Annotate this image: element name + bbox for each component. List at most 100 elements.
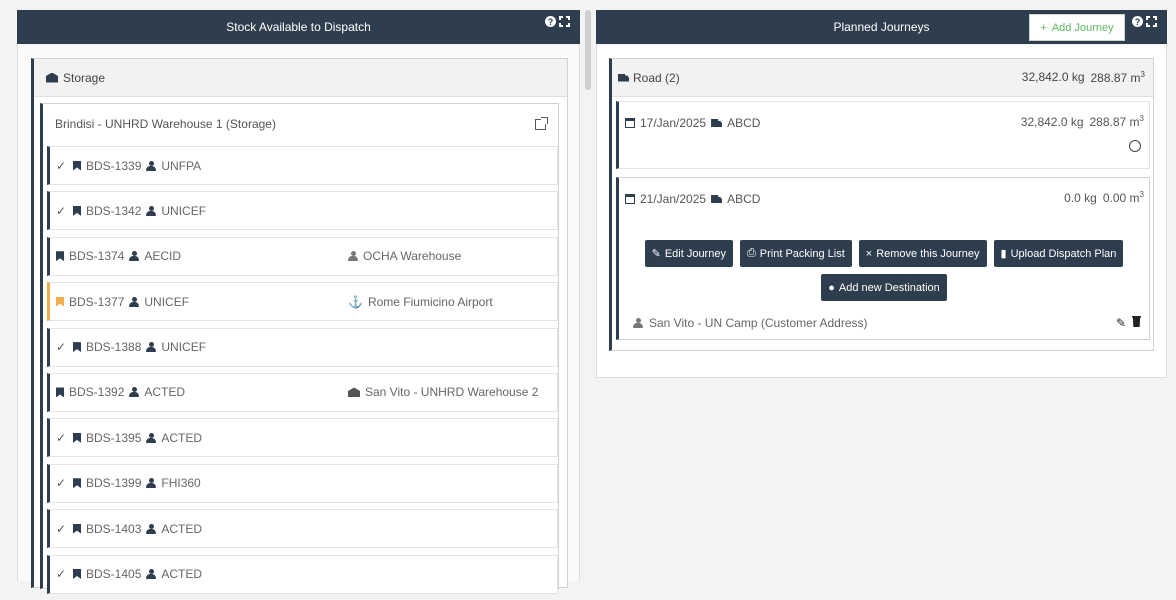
anchor-icon: ⚓ [348,294,363,309]
stock-code: BDS-1399 [86,476,142,491]
stock-org: ACTED [161,521,203,536]
stock-row[interactable]: BDS-1377 UNICEF ⚓ Rome Fiumicino Airport [47,282,558,322]
add-journey-label: Add Journey [1051,21,1114,34]
journey-vehicle: ABCD [727,116,761,130]
person-icon [129,296,140,307]
scrollbar[interactable] [585,10,591,90]
help-icon[interactable]: ? [545,16,556,27]
bookmark-icon [73,342,81,353]
journey-card[interactable]: 17/Jan/2025 ABCD 32,842.0 kg 288.87 m3 [616,101,1150,169]
stock-row[interactable]: ✓ BDS-1388 UNICEF [47,327,558,367]
truck-icon [711,119,723,127]
stock-code: BDS-1395 [86,430,142,445]
person-icon [146,569,157,580]
bookmark-icon [73,432,81,443]
stock-code: BDS-1403 [86,521,142,536]
add-destination-label: Add new Destination [838,281,940,294]
person-icon [129,251,140,262]
warehouse-header: Brindisi - UNHRD Warehouse 1 (Storage) [43,104,558,144]
edit-journey-button[interactable]: ✎ Edit Journey [644,240,733,267]
stock-row[interactable]: BDS-1374 AECID OCHA Warehouse [47,236,558,276]
map-marker-icon: ● [828,281,835,294]
stock-code: BDS-1374 [69,249,125,264]
stock-code: BDS-1388 [86,340,142,355]
storage-group: Storage Brindisi - UNHRD Warehouse 1 (St… [31,58,568,594]
print-packing-list-button[interactable]: ⎙ Print Packing List [739,240,852,267]
expand-icon[interactable] [559,16,570,27]
journey-volume: 288.87 m [1089,115,1140,129]
bookmark-icon [56,296,64,307]
bookmark-icon [73,478,81,489]
print-packing-list-label: Print Packing List [759,247,845,260]
warehouse-icon [348,387,360,398]
stock-row[interactable]: ✓ BDS-1405 ACTED [47,554,558,594]
check-icon: ✓ [56,567,67,582]
external-link-icon[interactable] [535,116,548,130]
stock-code: BDS-1377 [69,294,125,309]
bookmark-icon [73,523,81,534]
stock-destination: Rome Fiumicino Airport [367,294,493,309]
expand-icon[interactable] [1146,16,1157,27]
stock-row[interactable]: BDS-1392 ACTED San Vito - UNHRD Warehouse … [47,372,558,412]
stock-panel-body: Storage Brindisi - UNHRD Warehouse 1 (St… [17,45,580,594]
road-weight: 32,842.0 kg [1021,70,1085,84]
wrench-icon: ✎ [651,248,661,260]
stock-org: UNICEF [161,203,207,218]
journeys-panel-header: Planned Journeys + Add Journey ? [596,10,1167,44]
person-icon [633,318,643,328]
person-icon [146,432,157,443]
road-label: Road (2) [633,70,680,85]
close-icon: × [865,247,873,260]
stock-org: AECID [144,249,182,264]
stock-destination: OCHA Warehouse [363,249,462,264]
storage-header[interactable]: Storage [34,59,567,97]
check-icon: ✓ [56,340,67,355]
stock-panel-header: Stock Available to Dispatch ? [17,10,580,44]
print-icon: ⎙ [746,247,756,259]
trash-icon[interactable] [1132,316,1141,327]
stock-row[interactable]: ✓ BDS-1342 UNICEF [47,191,558,231]
stock-row[interactable]: ✓ BDS-1339 UNFPA [47,146,558,185]
help-icon[interactable]: ? [1132,16,1143,27]
upload-dispatch-plan-button[interactable]: ▮ Upload Dispatch Plan [993,240,1124,267]
journeys-panel: Planned Journeys + Add Journey ? Road (2… [596,10,1167,378]
dashboard-icon[interactable] [1129,140,1141,152]
journeys-panel-title: Planned Journeys [833,20,930,34]
stock-panel: Stock Available to Dispatch ? Storage Br… [17,10,580,594]
bookmark-icon [56,387,64,398]
check-icon: ✓ [56,158,67,173]
road-volume: 288.87 m [1090,71,1141,85]
add-journey-button[interactable]: + Add Journey [1029,14,1125,41]
wrench-icon[interactable]: ✎ [1116,316,1126,330]
journey-date: 17/Jan/2025 [640,116,707,130]
remove-journey-label: Remove this Journey [876,247,980,260]
storage-icon [46,72,58,83]
add-destination-button[interactable]: ● Add new Destination [821,274,947,301]
stock-list: ✓ BDS-1339 UNFPA ✓ BDS-1342 UNICEF BDS-1374 AEC… [47,146,558,600]
calendar-icon [625,118,635,128]
journey-weight: 32,842.0 kg [1020,115,1084,129]
stock-org: ACTED [161,567,203,582]
stock-org: FHI360 [161,476,201,491]
destination-address: San Vito - UN Camp (Customer Address) [633,316,868,330]
stock-row[interactable]: ✓ BDS-1399 FHI360 [47,463,558,503]
remove-journey-button[interactable]: × Remove this Journey [858,240,987,267]
person-icon [129,387,140,398]
bookmark-icon [56,251,64,262]
plus-icon: + [1040,21,1047,34]
stock-org: ACTED [161,430,203,445]
stock-panel-title: Stock Available to Dispatch [226,20,371,34]
bookmark-icon [73,569,81,580]
stock-org: ACTED [144,385,186,400]
check-icon: ✓ [56,430,67,445]
stock-row[interactable]: ✓ BDS-1403 ACTED [47,509,558,549]
stock-row[interactable]: ✓ BDS-1395 ACTED [47,418,558,458]
journey-card[interactable]: 21/Jan/2025 ABCD 0.0 kg 0.00 m3 ✎ Edit J… [616,177,1150,340]
person-icon [146,523,157,534]
check-icon: ✓ [56,203,67,218]
stock-org: UNICEF [161,340,207,355]
journey-weight: 0.0 kg [1064,191,1097,205]
road-header[interactable]: Road (2) 32,842.0 kg 288.87 m3 [612,59,1153,97]
stock-code: BDS-1342 [86,203,142,218]
file-icon: ▮ [1000,248,1007,260]
